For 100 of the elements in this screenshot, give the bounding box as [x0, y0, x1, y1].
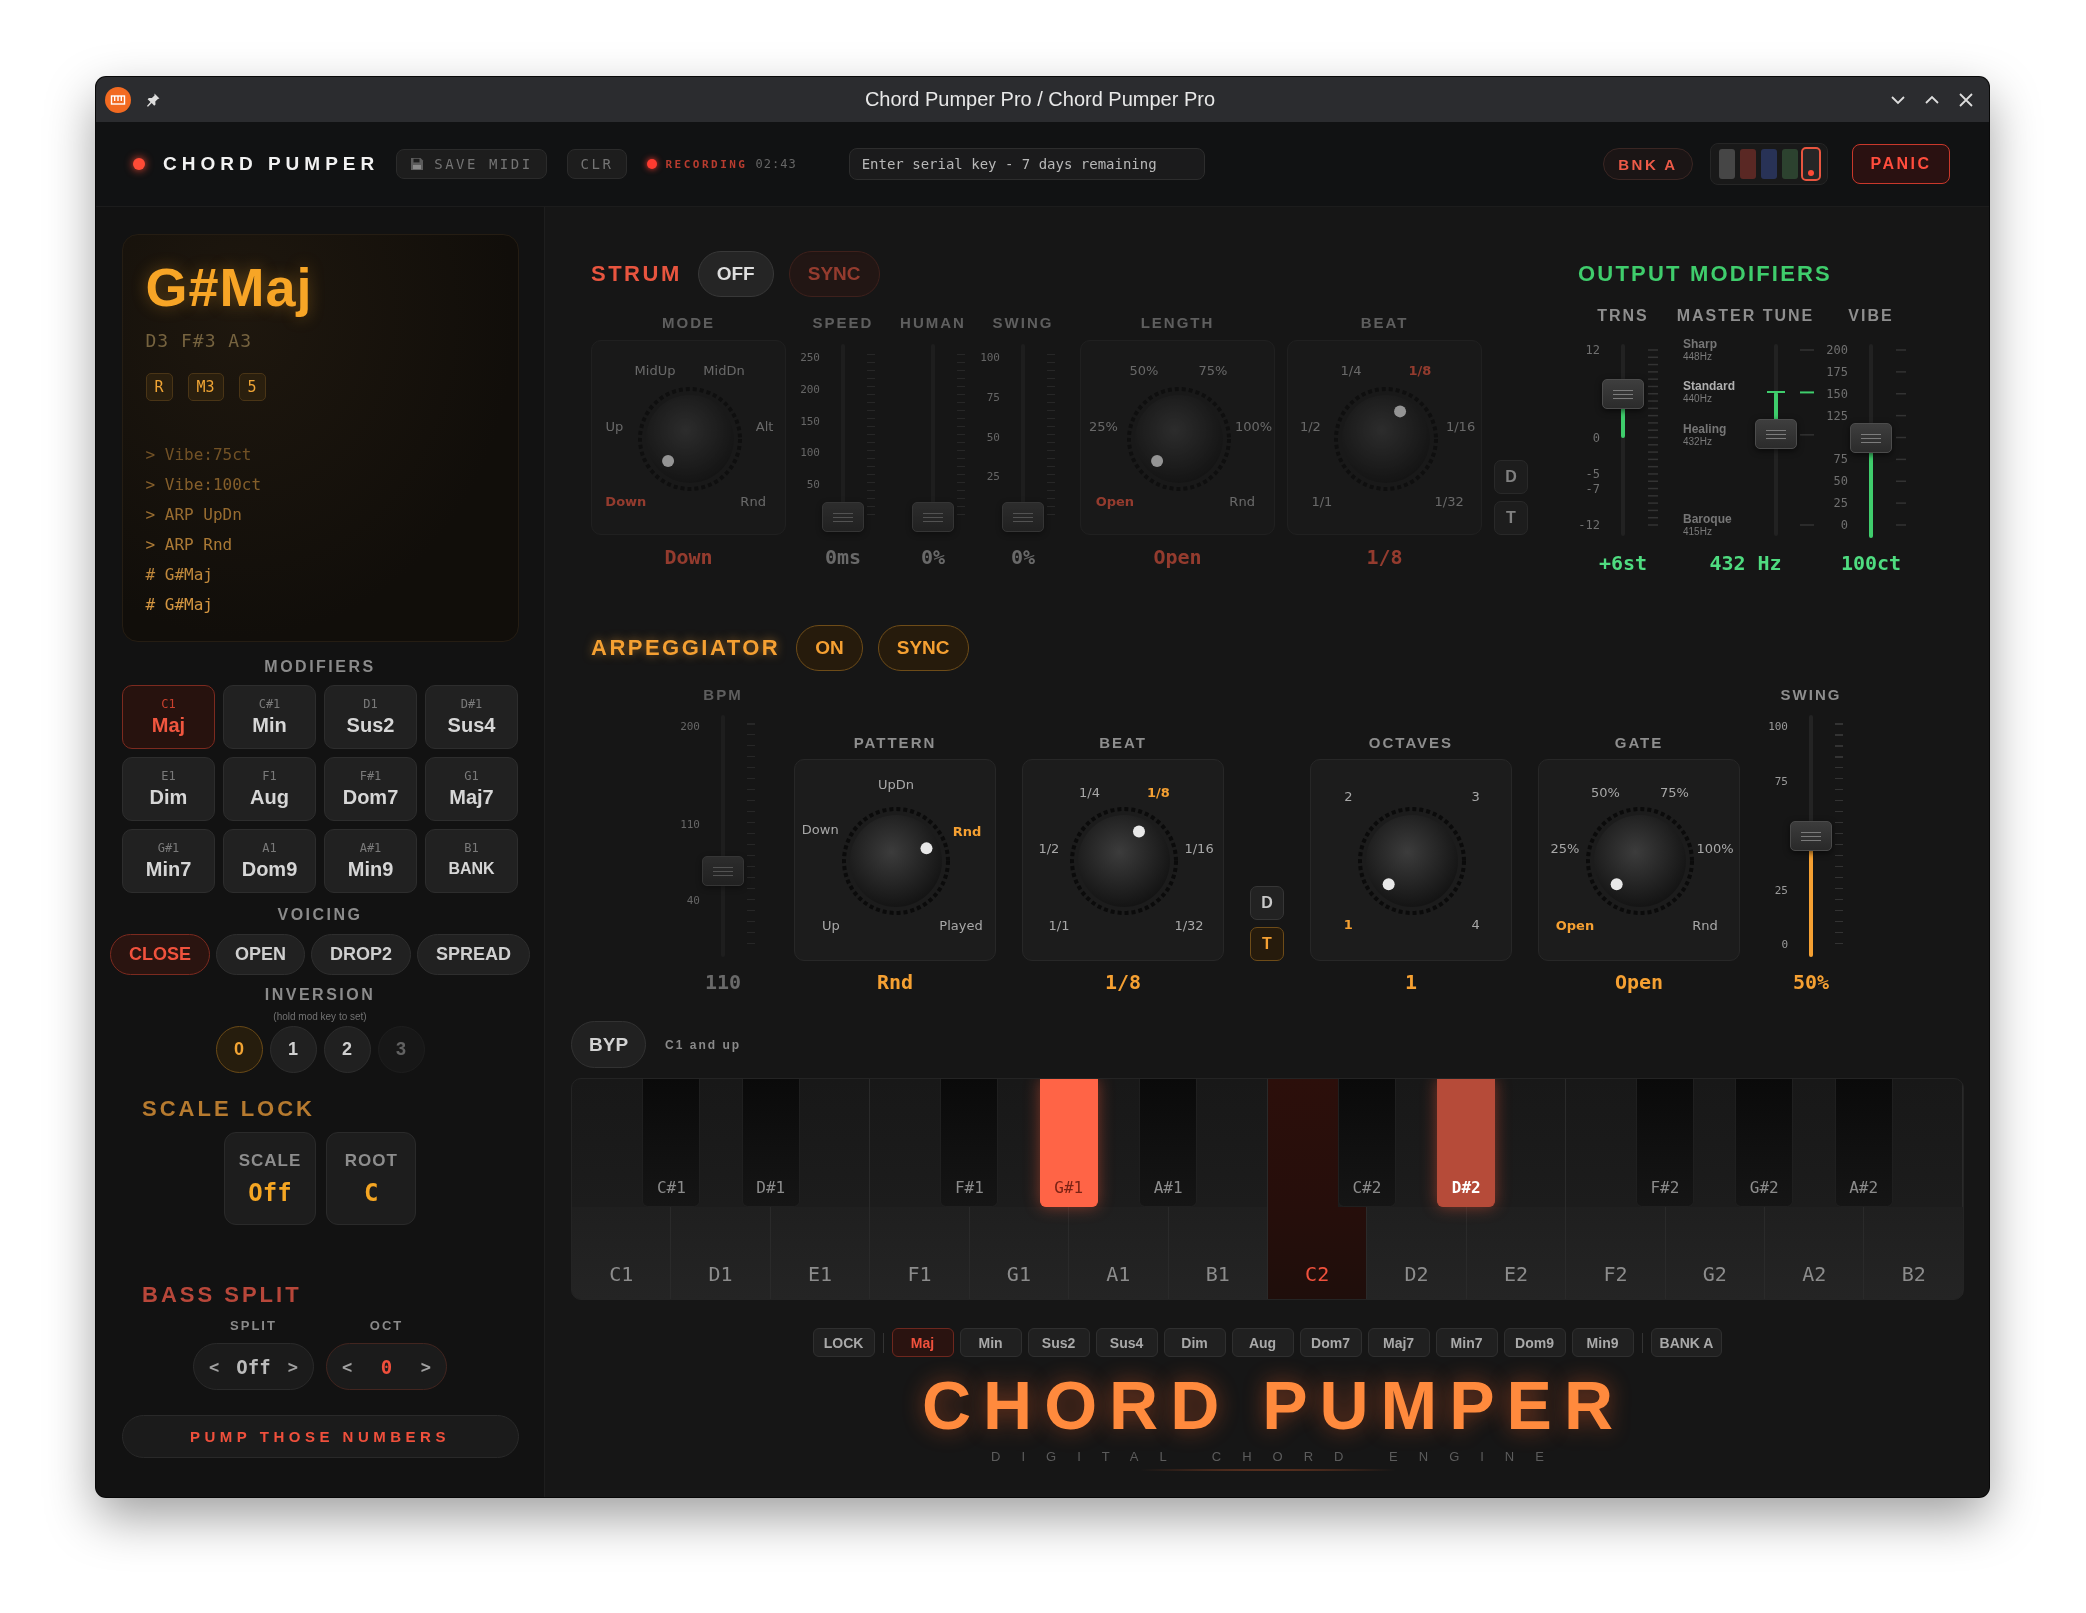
color-swatch-icon[interactable]	[1740, 149, 1756, 179]
sync-toggle[interactable]: SYNC	[877, 625, 969, 671]
piano-key[interactable]: D2	[1367, 1207, 1467, 1299]
piano-key[interactable]: A#1	[1139, 1079, 1198, 1207]
value-selector[interactable]: SCALE Off	[223, 1132, 317, 1225]
piano-key[interactable]: F#2	[1635, 1079, 1694, 1207]
voicing-option[interactable]: DROP2	[311, 934, 411, 975]
selection-dot-icon	[1808, 170, 1814, 176]
value-selector[interactable]: ROOT C	[326, 1132, 417, 1225]
color-swatch-icon[interactable]	[1803, 149, 1819, 179]
chord-button[interactable]: Maj	[891, 1328, 954, 1357]
piano-key[interactable]: C#1	[642, 1079, 701, 1207]
power-toggle[interactable]: OFF	[697, 251, 774, 297]
rotary-knob[interactable]	[1126, 386, 1231, 491]
increment-button[interactable]: >	[417, 1356, 434, 1377]
rotary-knob[interactable]	[637, 386, 742, 491]
piano-key[interactable]: F2	[1566, 1207, 1666, 1299]
modifier-button[interactable]: G#1 Min7	[122, 829, 215, 893]
decrement-button[interactable]: <	[206, 1356, 223, 1377]
pump-button[interactable]: PUMP THOSE NUMBERS	[121, 1415, 519, 1458]
chord-button[interactable]: Maj7	[1367, 1328, 1430, 1357]
chord-button[interactable]: Sus4	[1095, 1328, 1158, 1357]
inversion-option[interactable]: 2	[323, 1026, 371, 1073]
chord-button[interactable]: Dom7	[1299, 1328, 1362, 1357]
slider-thumb[interactable]	[1602, 378, 1644, 409]
clear-button[interactable]: CLR	[566, 149, 628, 179]
control-label: MODE	[662, 313, 715, 333]
chord-button[interactable]: Min9	[1571, 1328, 1634, 1357]
lock-button[interactable]: LOCK	[812, 1328, 875, 1357]
piano-key[interactable]: C2	[1267, 1207, 1368, 1299]
chord-button[interactable]: Dom9	[1503, 1328, 1566, 1357]
app-logo-icon[interactable]	[105, 86, 131, 113]
toggle-button[interactable]: T	[1250, 927, 1284, 961]
slider-thumb[interactable]	[1002, 502, 1044, 532]
rotary-knob[interactable]	[1358, 807, 1466, 915]
knob-option-label: Open	[1555, 918, 1595, 935]
chord-button[interactable]: Sus2	[1027, 1328, 1090, 1357]
piano-key[interactable]: F#1	[940, 1079, 999, 1207]
decrement-button[interactable]: <	[339, 1356, 356, 1377]
increment-button[interactable]: >	[284, 1356, 301, 1377]
bank-button[interactable]: BNK A	[1603, 148, 1693, 180]
color-swatch-icon[interactable]	[1782, 149, 1798, 179]
chord-button[interactable]: Aug	[1231, 1328, 1294, 1357]
power-toggle[interactable]: ON	[796, 625, 863, 671]
panic-button[interactable]: PANIC	[1852, 144, 1950, 184]
save-midi-button[interactable]: SAVE MIDI	[396, 149, 547, 179]
bypass-button[interactable]: BYP	[571, 1021, 647, 1068]
piano-key[interactable]: F1	[870, 1207, 970, 1299]
rotary-knob[interactable]	[1586, 807, 1694, 915]
knob-option-label: 1/16	[1184, 841, 1214, 858]
piano-key[interactable]: A#2	[1834, 1079, 1893, 1207]
voicing-option[interactable]: CLOSE	[109, 934, 210, 975]
toggle-button[interactable]: T	[1494, 501, 1528, 535]
chord-button[interactable]: Dim	[1163, 1328, 1226, 1357]
slider-thumb[interactable]	[1755, 419, 1797, 449]
modifier-button[interactable]: C1 Maj	[122, 685, 215, 749]
toggle-button[interactable]: D	[1250, 886, 1284, 920]
piano-key[interactable]: A1	[1069, 1207, 1169, 1299]
modifier-button[interactable]: F#1 Dom7	[324, 757, 417, 821]
piano-key[interactable]: G#2	[1735, 1079, 1794, 1207]
rotary-knob[interactable]	[1070, 807, 1178, 915]
piano-key[interactable]: G#1	[1039, 1079, 1098, 1207]
piano-key[interactable]: D#1	[741, 1079, 800, 1207]
control-label: SPEED	[812, 313, 874, 333]
piano-key[interactable]: G2	[1665, 1207, 1766, 1299]
modifier-button[interactable]: F1 Aug	[223, 757, 316, 821]
modifier-button[interactable]: G1 Maj7	[425, 757, 518, 821]
voicing-option[interactable]: SPREAD	[417, 934, 531, 975]
modifier-button[interactable]: A1 Dom9	[223, 829, 316, 893]
modifier-button[interactable]: A#1 Min9	[324, 829, 417, 893]
piano-key[interactable]: C#2	[1337, 1079, 1396, 1207]
slider-thumb[interactable]	[1790, 821, 1832, 851]
color-swatch-icon[interactable]	[1761, 149, 1777, 179]
modifier-button[interactable]: D1 Sus2	[324, 685, 417, 749]
modifier-button[interactable]: E1 Dim	[122, 757, 215, 821]
knob-option-label: 25%	[1550, 841, 1580, 858]
rotary-knob[interactable]	[842, 807, 950, 915]
knob-option-label: Rnd	[952, 823, 982, 840]
color-swatch-icon[interactable]	[1719, 149, 1735, 179]
modifier-button[interactable]: D#1 Sus4	[425, 685, 518, 749]
bank-button[interactable]: BANK A	[1650, 1328, 1723, 1357]
modifier-button[interactable]: B1 BANK	[425, 829, 518, 893]
toggle-button[interactable]: D	[1494, 460, 1528, 494]
slider-thumb[interactable]	[1850, 422, 1892, 453]
chord-button[interactable]: Min7	[1435, 1328, 1498, 1357]
chord-button[interactable]: Min	[959, 1328, 1022, 1357]
piano-key[interactable]: B2	[1864, 1207, 1963, 1299]
inversion-option[interactable]: 0	[215, 1026, 263, 1073]
rotary-knob[interactable]	[1333, 386, 1438, 491]
close-icon[interactable]	[1957, 90, 1975, 109]
slider-thumb[interactable]	[822, 502, 864, 532]
slider-thumb[interactable]	[912, 502, 954, 532]
serial-key-field[interactable]: Enter serial key - 7 days remaining	[848, 148, 1205, 180]
scale-label: 100	[800, 447, 820, 460]
voicing-option[interactable]: OPEN	[216, 934, 305, 975]
modifier-button[interactable]: C#1 Min	[223, 685, 316, 749]
control-label: VIBE	[1848, 306, 1894, 326]
piano-key[interactable]: D#2	[1437, 1079, 1496, 1207]
inversion-option[interactable]: 1	[269, 1026, 317, 1073]
pin-icon[interactable]	[145, 91, 161, 108]
